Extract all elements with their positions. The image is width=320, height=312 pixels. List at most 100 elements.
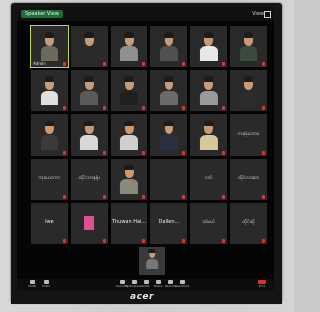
participant-tile[interactable] [110, 26, 148, 68]
muted-mic-icon [222, 194, 226, 199]
toolbar-label: End [259, 284, 265, 288]
participant-tile[interactable]: Thuwan Hai... [110, 202, 148, 244]
grid-view-icon[interactable] [264, 11, 271, 18]
reactions-button[interactable]: Reactions [173, 279, 191, 290]
participant-video [158, 30, 180, 62]
participant-tile[interactable] [150, 114, 188, 156]
muted-mic-icon [222, 62, 226, 67]
participant-tile[interactable]: ထိုင်ဆို [230, 202, 267, 244]
speaker-view-chip[interactable]: Speaker View [21, 10, 63, 18]
participant-tile[interactable]: ထိုင်ဘာနန်း [70, 158, 108, 200]
participant-video [118, 119, 140, 150]
participant-tile[interactable] [70, 70, 108, 112]
muted-mic-icon [261, 239, 265, 243]
participant-tile[interactable] [70, 202, 108, 244]
participant-tile[interactable]: ဂတ် [190, 158, 228, 200]
participant-tile[interactable] [110, 70, 148, 112]
view-label[interactable]: View [252, 10, 264, 18]
participant-tile[interactable] [190, 70, 228, 112]
muted-mic-icon [222, 150, 226, 155]
muted-mic-icon [62, 62, 66, 67]
participant-video [144, 248, 160, 269]
participant-tile[interactable] [150, 26, 188, 68]
toolbar-label: Video [41, 284, 51, 288]
participant-video [78, 119, 100, 150]
participant-video [158, 119, 180, 150]
muted-mic-icon [261, 150, 265, 155]
participant-tile[interactable]: ကဆုံဘောဝ [230, 114, 267, 156]
participant-tile[interactable] [230, 26, 267, 68]
muted-mic-icon [182, 62, 186, 67]
muted-mic-icon [182, 150, 186, 155]
participant-tile[interactable] [31, 114, 68, 156]
participant-display-name: ဂတ် [204, 175, 213, 182]
participant-tile[interactable] [150, 158, 188, 200]
participant-tile[interactable]: ထဲမယ် [190, 202, 228, 244]
muted-mic-icon [261, 106, 265, 111]
spotlight-tile[interactable] [139, 247, 165, 275]
video-button[interactable]: Video [37, 279, 55, 290]
participant-video [238, 30, 260, 62]
meeting-toolbar: Mute Video Security Participants Chat Share Re… [17, 279, 274, 290]
participant-tile[interactable]: Admin [30, 24, 69, 69]
muted-mic-icon [261, 194, 265, 199]
muted-mic-icon [62, 150, 66, 155]
participant-video [78, 30, 100, 62]
muted-mic-icon [102, 106, 106, 111]
end-button[interactable]: End [253, 279, 271, 290]
participant-video [198, 119, 220, 150]
participant-tile[interactable] [31, 70, 68, 112]
muted-mic-icon [102, 194, 106, 199]
participant-display-name: ထိုင်ဘာနန်း [78, 175, 100, 182]
participant-video [118, 75, 140, 106]
muted-mic-icon [222, 106, 226, 111]
participant-tile[interactable] [150, 70, 188, 112]
participant-tile[interactable] [230, 70, 267, 112]
participant-tile[interactable] [70, 114, 108, 156]
participant-display-name: ကုယောကာ [38, 175, 61, 182]
muted-mic-icon [142, 62, 146, 67]
participant-video [38, 30, 60, 62]
participant-video [198, 75, 220, 106]
toolbar-label: Reactions [174, 284, 190, 288]
participant-display-name: ကဆုံဘောဝ [237, 130, 260, 137]
participant-video [38, 75, 60, 106]
participant-tile[interactable] [190, 114, 228, 156]
muted-mic-icon [182, 239, 186, 243]
muted-mic-icon [62, 194, 66, 199]
participant-tile[interactable] [110, 158, 148, 200]
muted-mic-icon [182, 194, 186, 199]
muted-mic-icon [102, 62, 106, 67]
participant-tile[interactable] [70, 26, 108, 68]
participant-name-label: Admin [33, 61, 46, 67]
gallery-grid: Admin ကဆုံဘောဝကုယောကာ ထိုင်ဘာနန်း ဂတ် ထိုင်လ… [30, 24, 267, 244]
zoom-window: Speaker View View Admin ကဆုံဘောဝ ကုယောကာ ထိ… [17, 7, 274, 290]
participant-tile[interactable]: Iwe [31, 202, 68, 244]
participant-tile[interactable]: Dallen... [150, 202, 188, 244]
participant-video [78, 75, 100, 106]
participant-tile[interactable] [190, 26, 228, 68]
participant-display-name: ထဲမယ် [202, 219, 216, 226]
muted-mic-icon [142, 239, 146, 243]
participant-video [118, 30, 140, 62]
muted-mic-icon [142, 194, 146, 199]
participant-display-name: ထိုင်ဆို [242, 219, 255, 226]
muted-mic-icon [182, 106, 186, 111]
monitor-brand-logo: acer [130, 292, 154, 302]
muted-mic-icon [142, 106, 146, 111]
participant-display-name: ထိုင်လာဆာ [237, 175, 260, 182]
participant-tile[interactable] [110, 114, 148, 156]
participant-video [238, 75, 260, 106]
participant-tile[interactable]: ထိုင်လာဆာ [230, 158, 267, 200]
muted-mic-icon [102, 150, 106, 155]
participant-display-name: Thuwan Hai... [111, 219, 147, 226]
top-bar: Speaker View View [17, 7, 274, 21]
participant-tile[interactable]: ကုယောကာ [31, 158, 68, 200]
muted-mic-icon [222, 239, 226, 243]
muted-mic-icon [142, 150, 146, 155]
participant-video [118, 163, 140, 194]
participant-display-name: Iwe [45, 219, 54, 226]
muted-mic-icon [261, 62, 265, 67]
participant-video [198, 30, 220, 62]
participant-display-name: Dallen... [158, 219, 180, 226]
